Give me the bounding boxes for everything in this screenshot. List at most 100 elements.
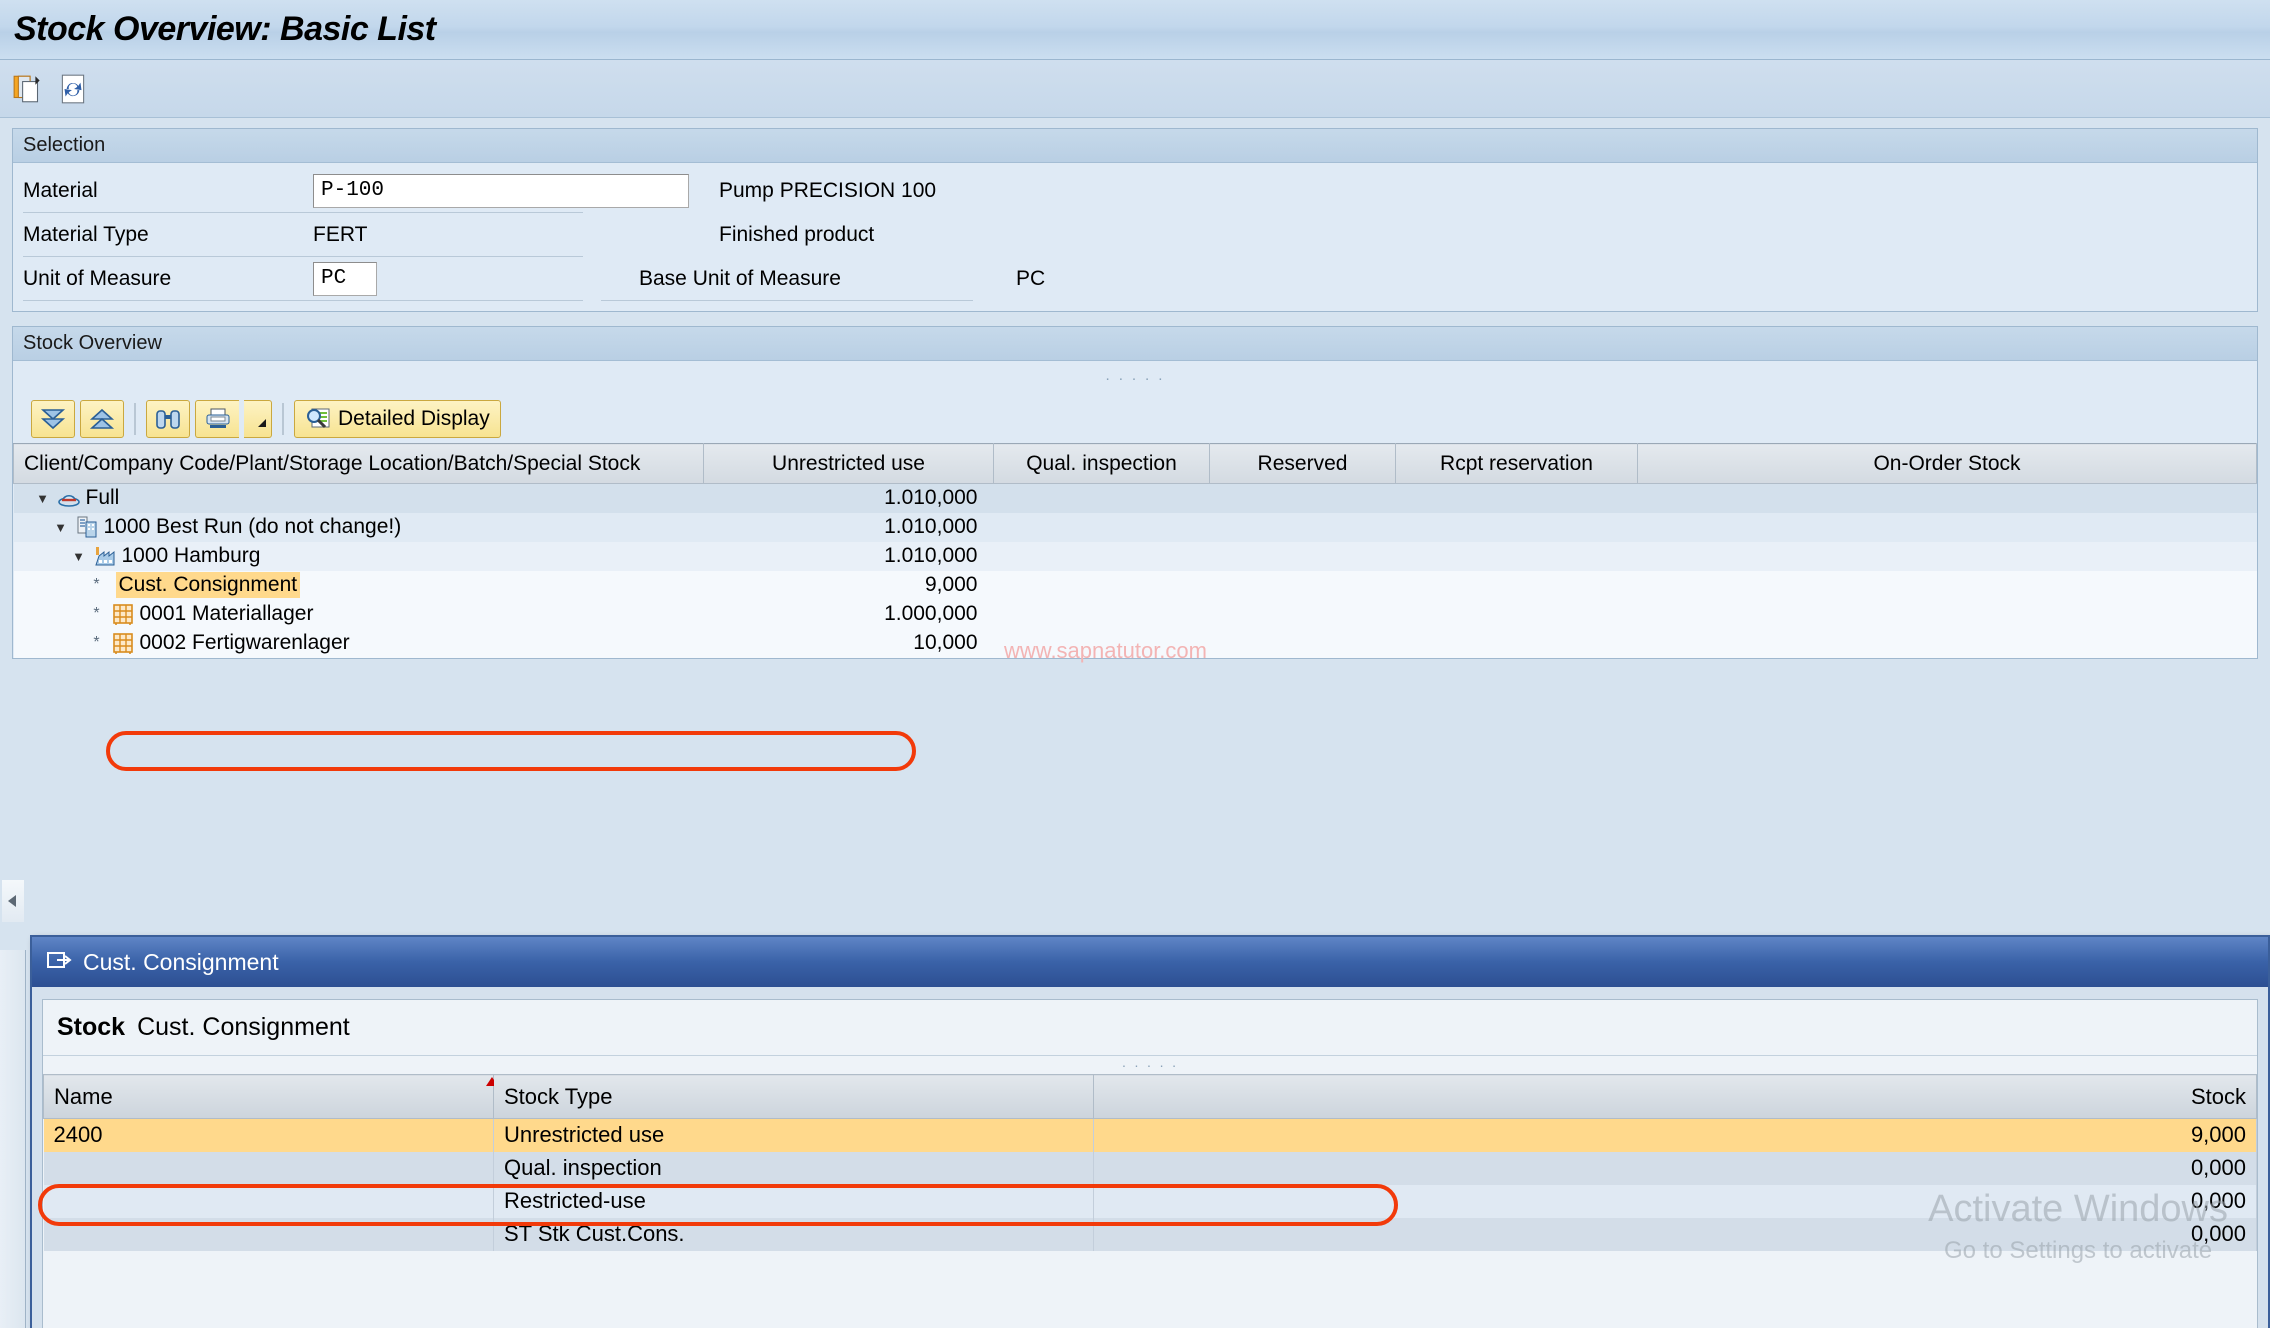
tree-row-label-cell[interactable]: ▼ 1000 Best Run (do not change!) (14, 513, 704, 542)
panel-resize-grip[interactable]: · · · · · (13, 361, 2257, 395)
tree-node-label: 0002 Fertigwarenlager (139, 631, 350, 654)
tree-row-label-cell[interactable]: * 0002 Fertigwarenlager (14, 629, 704, 658)
tree-expander-icon[interactable]: ▼ (34, 491, 52, 506)
column-header-reserved[interactable]: Reserved (1209, 443, 1396, 484)
detail-cell-name (43, 1217, 494, 1251)
detail-column-header-name[interactable]: Name (43, 1074, 498, 1119)
detail-table-row[interactable]: Restricted-use 0,000 (43, 1184, 2257, 1218)
detail-cell-name: 2400 (43, 1118, 494, 1152)
company-code-icon (75, 515, 99, 539)
column-header-rcpt-reservation[interactable]: Rcpt reservation (1395, 443, 1638, 484)
detailed-display-label: Detailed Display (338, 407, 490, 430)
tree-node-label: 1000 Best Run (do not change!) (103, 515, 402, 538)
tree-row[interactable]: ▼ Full 1.010,000 (13, 483, 2257, 513)
left-scroll-strip[interactable] (0, 950, 26, 1328)
stock-detail-table: Name Stock Type Stock 2400 Unrestricted u… (43, 1074, 2257, 1251)
tree-row[interactable]: * 0001 Materiallager 1.000,000 (13, 599, 2257, 629)
detail-column-header-stock-type[interactable]: Stock Type (493, 1074, 1094, 1119)
tree-row-on-order-value (1638, 542, 2257, 571)
detail-column-header-stock[interactable]: Stock (1093, 1074, 2257, 1119)
detail-table-row[interactable]: 2400 Unrestricted use 9,000 (43, 1118, 2257, 1152)
tree-row-rcpt-reservation-value (1396, 513, 1638, 542)
tree-row-qual-inspection-value (994, 600, 1210, 629)
tree-row-on-order-value (1638, 571, 2257, 600)
tree-row-on-order-value (1638, 513, 2257, 542)
base-unit-label: Base Unit of Measure (639, 267, 841, 290)
tree-row-label-cell[interactable]: ▼ Full (14, 484, 704, 513)
scroll-left-arrow-icon[interactable] (2, 880, 24, 922)
material-description: Pump PRECISION 100 (719, 179, 937, 202)
column-header-unrestricted[interactable]: Unrestricted use (703, 443, 994, 484)
tree-row-rcpt-reservation-value (1396, 571, 1638, 600)
find-button[interactable] (146, 400, 190, 438)
collapse-all-button[interactable] (80, 400, 124, 438)
column-header-on-order-stock[interactable]: On-Order Stock (1637, 443, 2257, 484)
unit-of-measure-input[interactable]: PC (313, 262, 377, 296)
tree-row-rcpt-reservation-value (1396, 484, 1638, 513)
find-icon (155, 407, 181, 431)
tree-row-reserved-value (1210, 571, 1396, 600)
detail-cell-stock: 0,000 (1093, 1184, 2257, 1218)
detail-cell-stock-type: Restricted-use (493, 1184, 1094, 1218)
tree-row-label-cell[interactable]: * Cust. Consignment (14, 571, 704, 600)
tree-expander-icon[interactable]: ▼ (52, 520, 70, 535)
dialog-title: Cust. Consignment (83, 948, 279, 975)
tree-row-unrestricted-value: 1.010,000 (884, 544, 978, 567)
selection-panel-header: Selection (13, 129, 2257, 163)
stock-tree-table: Client/Company Code/Plant/Storage Locati… (13, 443, 2257, 658)
tree-row-qual-inspection-value (994, 484, 1210, 513)
dialog-resize-grip[interactable]: · · · · · (43, 1056, 2257, 1074)
tree-row-on-order-value (1638, 600, 2257, 629)
stock-overview-panel-header: Stock Overview (13, 327, 2257, 361)
tree-node-label: Cust. Consignment (115, 572, 301, 598)
dialog-title-bar[interactable]: Cust. Consignment (32, 937, 2268, 987)
dialog-subheader-light: Cust. Consignment (137, 1013, 350, 1041)
tree-row[interactable]: ▼ 1000 Hamburg 1.010,000 (13, 541, 2257, 571)
collapse-all-icon (89, 407, 115, 431)
unit-of-measure-row: Unit of Measure PC Base Unit of Measure … (13, 257, 2257, 301)
detail-table-row[interactable]: Qual. inspection 0,000 (43, 1151, 2257, 1185)
tree-row-qual-inspection-value (994, 629, 1210, 658)
tree-row-reserved-value (1210, 484, 1396, 513)
detail-cell-stock: 9,000 (1093, 1118, 2257, 1152)
dialog-subheader: Stock Cust. Consignment (43, 1000, 2257, 1056)
print-button[interactable] (195, 400, 239, 438)
tree-row-qual-inspection-value (994, 513, 1210, 542)
tree-node-label: Full (85, 486, 120, 510)
tree-row-label-cell[interactable]: * 0001 Materiallager (14, 600, 704, 629)
detail-cell-stock: 0,000 (1093, 1151, 2257, 1185)
tree-row-on-order-value (1638, 484, 2257, 513)
dialog-subheader-strong: Stock (57, 1013, 126, 1041)
tree-row-label-cell[interactable]: ▼ 1000 Hamburg (14, 542, 704, 571)
tree-row[interactable]: * 0002 Fertigwarenlager 10,000 (13, 628, 2257, 658)
alv-toolbar: Detailed Display (13, 395, 2257, 443)
tree-node-label: 0001 Materiallager (139, 602, 314, 625)
tree-row-qual-inspection-value (994, 542, 1210, 571)
dialog-icon (46, 948, 72, 977)
tree-row-qual-inspection-value (994, 571, 1210, 600)
detail-header-row: Name Stock Type Stock (43, 1074, 2257, 1119)
detail-cell-stock-type: Unrestricted use (493, 1118, 1094, 1152)
cust-consignment-dialog: Cust. Consignment Stock Cust. Consignmen… (30, 935, 2270, 1328)
tree-expander-icon[interactable]: ▼ (70, 549, 88, 564)
tree-row[interactable]: ▼ 1000 Best Run (do not change!) 1.010,000 (13, 512, 2257, 542)
storage-loc-icon (111, 631, 135, 655)
unit-of-measure-label: Unit of Measure (23, 267, 172, 290)
stock-overview-panel: Stock Overview · · · · · Detailed Displa… (12, 326, 2258, 659)
tree-row[interactable]: * Cust. Consignment 9,000 (13, 570, 2257, 600)
material-input[interactable]: P-100 (313, 174, 689, 208)
detailed-display-button[interactable]: Detailed Display (294, 400, 501, 438)
material-type-row: Material Type FERT Finished product (13, 213, 2257, 257)
tree-row-on-order-value (1638, 629, 2257, 658)
tree-row-reserved-value (1210, 600, 1396, 629)
refresh-icon[interactable] (56, 72, 90, 106)
column-header-qual-inspection[interactable]: Qual. inspection (993, 443, 1210, 484)
page-title: Stock Overview: Basic List (14, 10, 436, 48)
print-menu-button[interactable] (244, 400, 272, 438)
column-header-hierarchy[interactable]: Client/Company Code/Plant/Storage Locati… (13, 443, 704, 484)
copy-icon[interactable] (12, 72, 46, 106)
expand-all-button[interactable] (31, 400, 75, 438)
detail-column-label-name: Name (54, 1083, 113, 1109)
detail-table-row[interactable]: ST Stk Cust.Cons. 0,000 (43, 1217, 2257, 1251)
magnifier-list-icon (305, 407, 331, 431)
